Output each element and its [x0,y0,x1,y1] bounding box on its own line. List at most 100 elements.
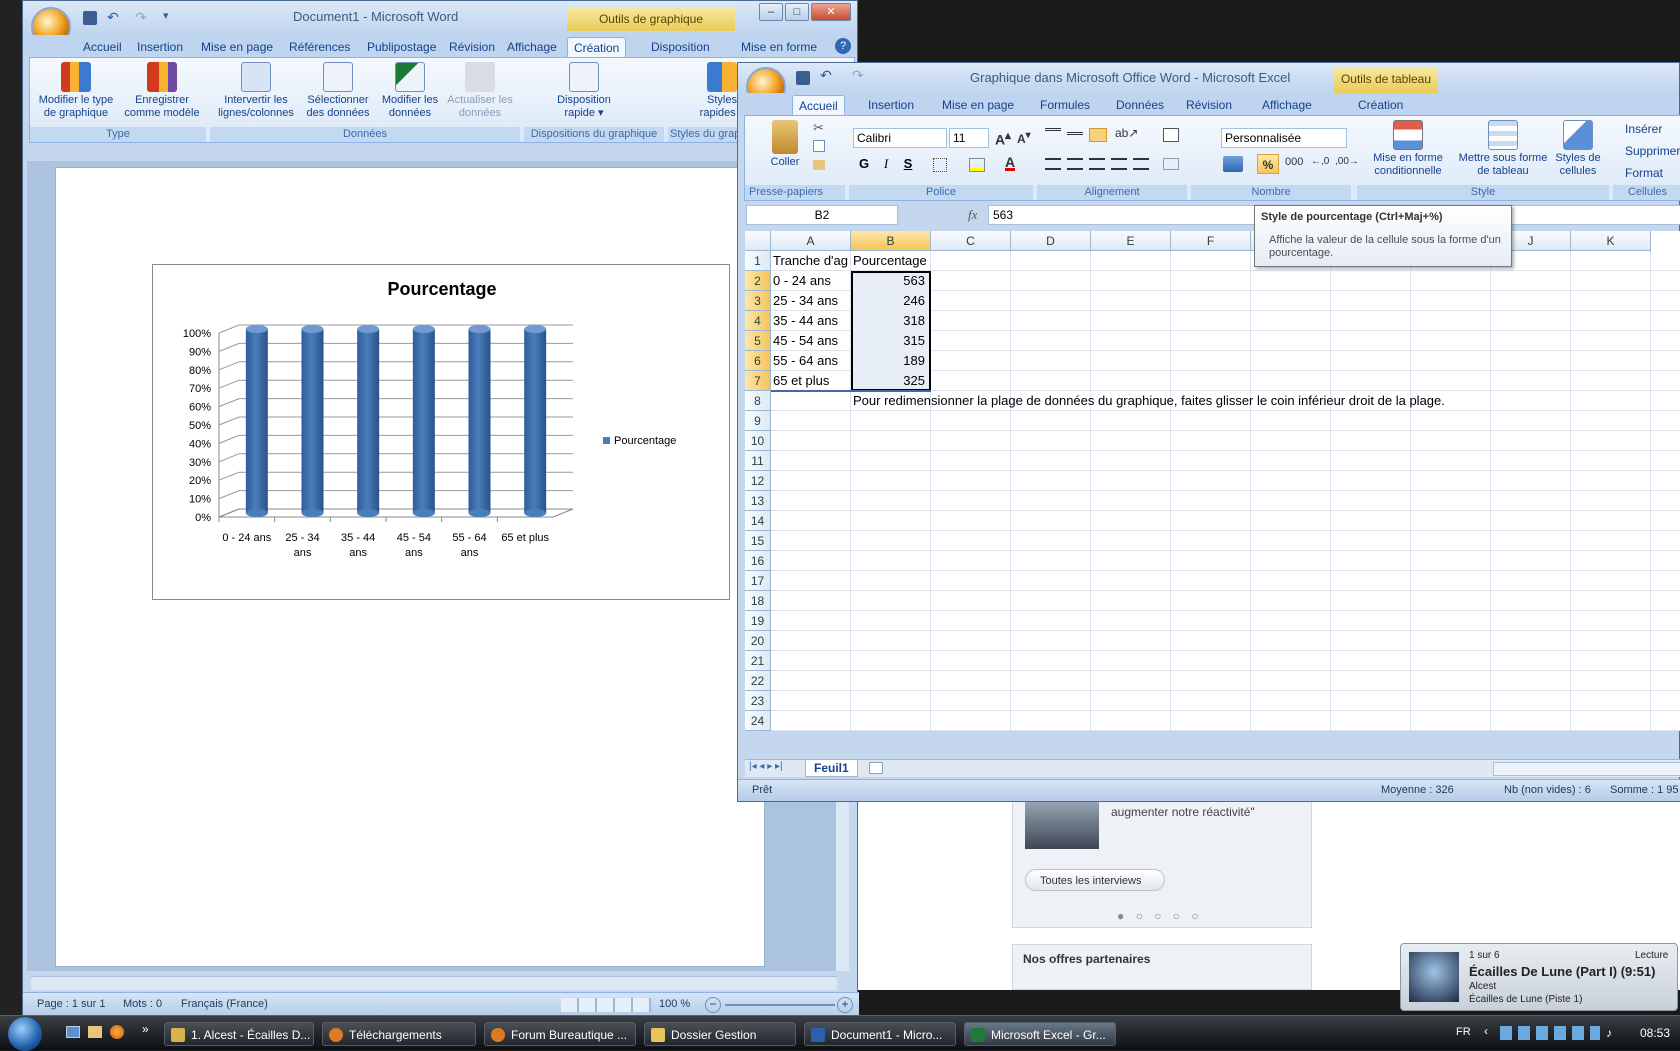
count-status[interactable]: Nb (non vides) : 6 [1504,784,1591,796]
start-button[interactable] [8,1017,42,1051]
row-header-13[interactable]: 13 [745,491,771,511]
row-header-10[interactable]: 10 [745,431,771,451]
row-header-21[interactable]: 21 [745,651,771,671]
word-close-button[interactable]: ✕ [811,3,851,21]
change-chart-type-button[interactable]: Modifier le type de graphique [34,62,118,120]
language-bar[interactable]: FR [1456,1026,1471,1038]
quick-layout-button[interactable]: Disposition rapide ▾ [544,62,624,120]
wrap-text-icon[interactable] [1163,128,1179,142]
tray-icons[interactable] [1500,1026,1600,1040]
font-name-select[interactable]: Calibri [853,128,947,148]
column-header-f[interactable]: F [1171,231,1251,251]
carousel-dots[interactable]: ● ○ ○ ○ ○ [1117,909,1203,923]
excel-tab-creation[interactable]: Création [1352,95,1409,115]
excel-tab-donnees[interactable]: Données [1110,95,1170,115]
average-status[interactable]: Moyenne : 326 [1381,784,1454,796]
refresh-data-button[interactable]: Actualiser les données [444,62,516,120]
paste-button[interactable]: Coller [763,120,807,169]
decrease-indent-icon[interactable] [1111,158,1127,170]
embedded-chart[interactable]: Pourcentage 0% 10% 20% 30% 40% 50% 60% 70% 80% 90%… [152,264,730,600]
switch-windows-icon[interactable] [88,1026,102,1038]
underline-button[interactable]: S [899,156,917,171]
insert-cells-button[interactable]: Insérer [1625,122,1662,136]
fill-color-icon[interactable] [969,158,985,172]
excel-undo-icon[interactable]: ↶ [820,67,832,84]
orientation-icon[interactable]: ab↗ [1115,126,1138,140]
align-right-icon[interactable] [1089,158,1105,170]
row-header-12[interactable]: 12 [745,471,771,491]
sheet-nav-icon[interactable]: |◂ ◂ ▸ ▸| [749,761,783,772]
name-box[interactable]: B2 [746,205,898,225]
currency-format-icon[interactable] [1223,156,1243,172]
insert-sheet-icon[interactable] [869,762,883,774]
word-tab-creation[interactable]: Création [567,37,627,57]
row-header-17[interactable]: 17 [745,571,771,591]
document-page[interactable]: Pourcentage 0% 10% 20% 30% 40% 50% 60% 70% 80% 90%… [55,167,765,967]
view-buttons[interactable] [561,998,651,1012]
clock[interactable]: 08:53 [1640,1026,1670,1040]
cell-b3[interactable]: 246 [853,291,925,311]
format-painter-icon[interactable] [813,160,825,170]
volume-icon[interactable]: ♪ [1606,1026,1620,1040]
more-quicklaunch-icon[interactable]: » [142,1022,149,1036]
cell-a3[interactable]: 25 - 34 ans [773,291,838,311]
row-header-16[interactable]: 16 [745,551,771,571]
word-tab-mise-en-forme[interactable]: Mise en forme [735,37,823,57]
help-icon[interactable]: ? [835,38,851,54]
sum-status[interactable]: Somme : 1 95 [1610,784,1678,796]
undo-icon[interactable]: ↶ [107,9,119,26]
delete-cells-button[interactable]: Supprimer [1625,144,1680,158]
excel-tab-mise-en-page[interactable]: Mise en page [936,95,1020,115]
cell-b1[interactable]: Pourcentage [853,251,927,271]
column-header-a[interactable]: A [771,231,851,251]
column-header-c[interactable]: C [931,231,1011,251]
grow-font-icon[interactable]: A▴ [995,128,1011,148]
switch-row-column-button[interactable]: Intervertir les lignes/colonnes [214,62,298,120]
taskbar-item-excel[interactable]: Microsoft Excel - Gr... [964,1022,1116,1046]
excel-tab-revision[interactable]: Révision [1180,95,1238,115]
font-color-icon[interactable]: A [1005,155,1016,171]
cut-icon[interactable]: ✂ [813,120,824,136]
all-interviews-button[interactable]: Toutes les interviews [1025,869,1165,891]
taskbar-item-word[interactable]: Document1 - Micro... [804,1022,956,1046]
cell-b7[interactable]: 325 [853,371,925,391]
firefox-icon[interactable] [110,1025,124,1039]
save-as-template-button[interactable]: Enregistrer comme modèle [122,62,202,120]
row-header-15[interactable]: 15 [745,531,771,551]
row-header-20[interactable]: 20 [745,631,771,651]
row-header-7[interactable]: 7 [745,371,771,391]
taskbar-item-downloads[interactable]: Téléchargements [322,1022,476,1046]
excel-tab-insertion[interactable]: Insertion [862,95,920,115]
word-tab-references[interactable]: Références [283,37,356,57]
row-header-8[interactable]: 8 [745,391,771,411]
word-tab-insertion[interactable]: Insertion [131,37,189,57]
word-minimize-button[interactable]: – [759,3,783,21]
cell-a2[interactable]: 0 - 24 ans [773,271,831,291]
row-header-4[interactable]: 4 [745,311,771,331]
row-header-9[interactable]: 9 [745,411,771,431]
font-size-select[interactable]: 11 [949,128,989,148]
sheet-hscrollbar[interactable] [1493,762,1680,776]
media-notification[interactable]: 1 sur 6 Lecture Écailles De Lune (Part I… [1400,943,1678,1011]
increase-decimal-icon[interactable]: ←,0 [1311,156,1329,167]
word-maximize-button[interactable]: □ [785,3,809,21]
row-header-3[interactable]: 3 [745,291,771,311]
increase-indent-icon[interactable] [1133,158,1149,170]
row-header-1[interactable]: 1 [745,251,771,271]
word-tab-accueil[interactable]: Accueil [77,37,128,57]
spreadsheet-grid[interactable]: ABCDEFGHIJK12345678910111213141516171819… [745,231,1680,731]
row-header-18[interactable]: 18 [745,591,771,611]
cell-a5[interactable]: 45 - 54 ans [773,331,838,351]
align-middle-icon[interactable] [1067,132,1083,144]
show-desktop-icon[interactable] [66,1026,80,1038]
taskbar-item-winamp[interactable]: 1. Alcest - Écailles D... [164,1022,314,1046]
cell-a7[interactable]: 65 et plus [773,371,829,391]
page-count[interactable]: Page : 1 sur 1 [37,998,106,1010]
zoom-in-icon[interactable]: + [837,997,853,1013]
edit-data-button[interactable]: Modifier les données [376,62,444,120]
taskbar-item-forum[interactable]: Forum Bureautique ... [484,1022,636,1046]
conditional-format-button[interactable]: Mise en forme conditionnelle [1365,120,1451,178]
taskbar-item-dossier[interactable]: Dossier Gestion [644,1022,796,1046]
row-header-22[interactable]: 22 [745,671,771,691]
redo-icon[interactable]: ↷ [135,9,147,26]
